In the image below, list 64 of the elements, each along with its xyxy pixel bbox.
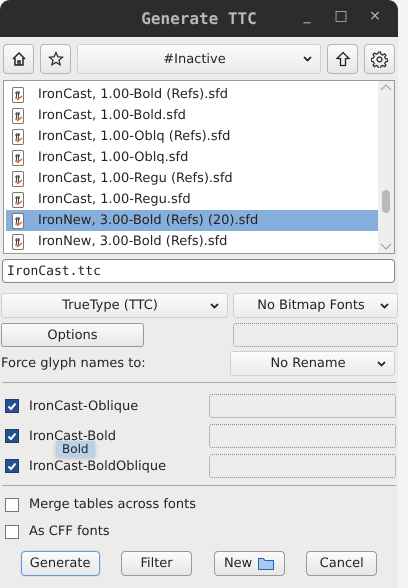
file-list-item[interactable]: IronNew, 3.00-Bold (Refs) (20).sfd xyxy=(6,210,378,231)
option-label: As CFF fonts xyxy=(29,524,110,539)
settings-button[interactable] xyxy=(364,44,395,74)
scrollbar[interactable] xyxy=(378,81,394,253)
settings-icon xyxy=(371,50,388,68)
chevron-down-icon xyxy=(303,56,312,62)
maximize-button[interactable]: □ xyxy=(326,8,356,24)
scrollbar-thumb[interactable] xyxy=(382,190,390,213)
checkbox[interactable] xyxy=(5,524,19,538)
font-name: IronCast-BoldOblique xyxy=(29,458,166,474)
font-name: IronCast-Oblique xyxy=(29,398,138,414)
input-field[interactable] xyxy=(209,394,396,418)
home-icon xyxy=(10,51,26,67)
close-button[interactable]: × xyxy=(360,8,390,24)
font-name: IronCast-Bold xyxy=(29,428,116,444)
options-button[interactable]: Options xyxy=(1,323,144,347)
font-file-icon xyxy=(12,170,24,186)
chevron-down-icon xyxy=(380,302,389,308)
file-list-item[interactable]: IronNew, 3.00-Bold (Refs).sfd xyxy=(6,231,378,252)
font-file-icon xyxy=(12,150,24,166)
file-list-item[interactable]: IronCast, 1.00-Bold (Refs).sfd xyxy=(6,84,378,105)
bitmap-dropdown[interactable]: No Bitmap Fonts xyxy=(233,293,398,318)
cancel-button[interactable]: Cancel xyxy=(306,551,378,576)
checkbox[interactable] xyxy=(5,498,19,512)
file-list-item[interactable]: IronCast, 1.00-Regu (Refs).sfd xyxy=(6,168,378,189)
path-dropdown[interactable]: #Inactive xyxy=(77,44,321,74)
format-dropdown[interactable]: TrueType (TTC) xyxy=(1,293,228,318)
checkbox[interactable] xyxy=(5,459,19,473)
filename-field[interactable]: IronCast.ttc xyxy=(2,259,395,283)
home-button[interactable] xyxy=(3,44,34,74)
tooltip: Bold xyxy=(56,441,95,457)
font-file-icon xyxy=(12,128,24,144)
input-field[interactable] xyxy=(209,454,396,478)
font-file-icon xyxy=(12,212,24,228)
file-list[interactable] xyxy=(3,80,395,254)
file-list-item[interactable]: IronCast, 1.00-Oblq (Refs).sfd xyxy=(6,126,378,147)
font-file-icon xyxy=(12,86,24,102)
force-glyph-label: Force glyph names to: xyxy=(1,356,146,371)
font-file-icon xyxy=(12,108,24,124)
checkbox[interactable] xyxy=(5,429,19,443)
window-title: Generate TTC xyxy=(141,9,257,28)
file-list-item[interactable]: IronCast, 1.00-Bold.sfd xyxy=(6,105,378,126)
input-field[interactable] xyxy=(209,424,396,448)
parent-directory-button[interactable] xyxy=(327,44,358,74)
scroll-down-icon[interactable] xyxy=(380,243,392,251)
generate-button[interactable]: Generate xyxy=(20,551,100,576)
font-file-icon xyxy=(12,192,24,208)
scroll-up-icon[interactable] xyxy=(380,83,392,91)
font-file-icon xyxy=(12,234,24,250)
filter-button[interactable]: Filter xyxy=(121,551,192,576)
input-field[interactable] xyxy=(233,323,398,347)
bookmark-button[interactable] xyxy=(40,44,71,74)
minimize-button[interactable]: _ xyxy=(292,8,322,24)
rename-dropdown[interactable]: No Rename xyxy=(230,351,395,376)
folder-icon xyxy=(258,557,274,570)
checkbox[interactable] xyxy=(5,399,19,413)
chevron-down-icon xyxy=(377,360,386,366)
chevron-down-icon xyxy=(210,302,219,308)
up-arrow-icon xyxy=(334,51,350,67)
star-icon xyxy=(48,51,64,67)
file-list-item[interactable]: IronCast, 1.00-Regu.sfd xyxy=(6,189,378,210)
option-label: Merge tables across fonts xyxy=(29,497,196,512)
file-list-item[interactable]: IronCast, 1.00-Oblq.sfd xyxy=(6,147,378,168)
new-button[interactable]: New xyxy=(214,551,285,576)
